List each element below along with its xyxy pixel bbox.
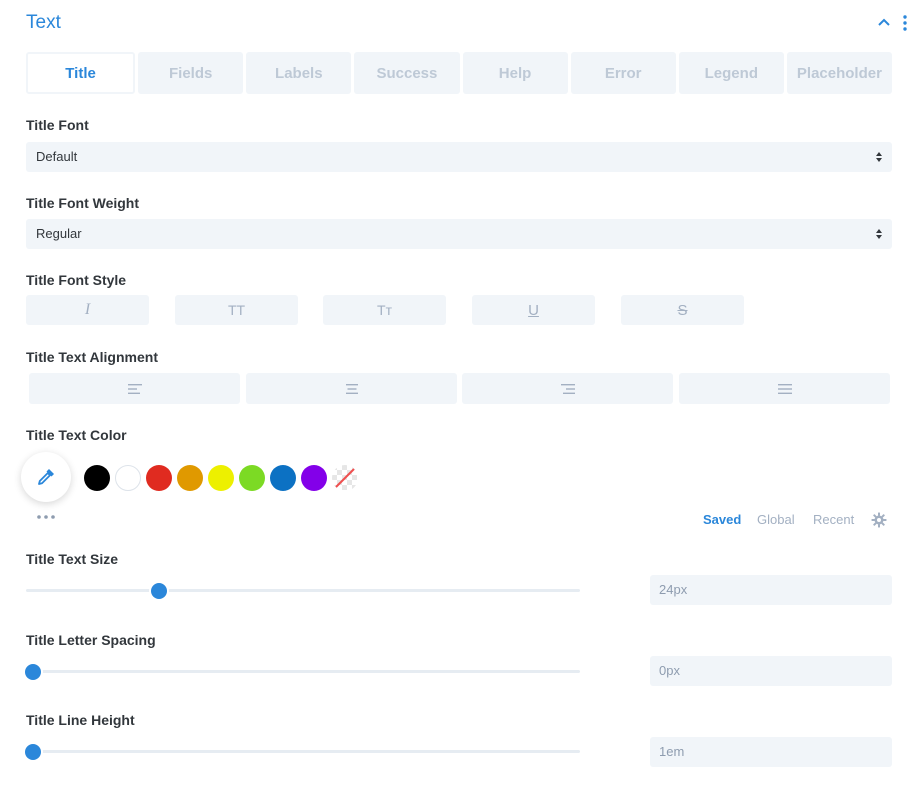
swatch-purple[interactable] [301,465,327,491]
title-font-weight-label: Title Font Weight [26,195,140,211]
title-letter-spacing-label: Title Letter Spacing [26,632,156,648]
align-justify-icon [777,383,792,394]
slider-handle[interactable] [150,583,167,599]
title-font-label: Title Font [26,117,89,133]
align-left-icon [127,383,142,394]
align-justify-button[interactable] [679,373,890,404]
tab-fields[interactable]: Fields [138,52,244,94]
strikethrough-button[interactable]: S [621,295,744,325]
title-font-weight-value: Regular [36,226,82,241]
align-center-button[interactable] [246,373,457,404]
eyedropper-icon [38,469,54,485]
swatch-white[interactable] [115,465,141,491]
swatch-orange[interactable] [177,465,203,491]
title-letter-spacing-input[interactable]: 0px [650,656,892,686]
uppercase-icon: TT [227,302,246,318]
capitalize-button[interactable]: Tт [323,295,446,325]
align-center-icon [345,383,358,394]
swatch-transparent[interactable] [332,465,358,491]
title-text-color-label: Title Text Color [26,427,127,443]
section-header[interactable]: Text [26,10,916,36]
tab-placeholder[interactable]: Placeholder [786,52,892,94]
title-font-select[interactable]: Default [26,142,892,172]
swatch-blue[interactable] [270,465,296,491]
tab-help[interactable]: Help [462,52,568,94]
palette-tab-saved[interactable]: Saved [703,512,741,527]
title-line-height-slider[interactable] [25,744,580,760]
title-line-height-label: Title Line Height [26,712,135,728]
tab-error[interactable]: Error [570,52,676,94]
tab-legend[interactable]: Legend [678,52,784,94]
no-color-icon [332,465,358,491]
italic-icon: I [84,301,91,318]
more-colors-icon[interactable] [36,513,58,521]
align-right-icon [560,383,575,394]
uppercase-button[interactable]: TT [175,295,298,325]
swatch-black[interactable] [84,465,110,491]
color-picker-button[interactable] [21,452,71,502]
palette-tab-recent[interactable]: Recent [813,512,854,527]
capitalize-icon: Tт [377,302,392,318]
slider-handle[interactable] [25,744,41,760]
title-text-size-input[interactable]: 24px [650,575,892,605]
italic-button[interactable]: I [26,295,149,325]
slider-handle[interactable] [25,664,41,680]
title-letter-spacing-slider[interactable] [25,664,580,680]
swatch-red[interactable] [146,465,172,491]
underline-icon: U [528,301,539,319]
title-text-alignment-label: Title Text Alignment [26,349,158,365]
palette-tab-global[interactable]: Global [757,512,795,527]
strikethrough-icon: S [677,301,688,319]
title-text-size-slider[interactable] [26,583,580,599]
swatch-yellow[interactable] [208,465,234,491]
underline-button[interactable]: U [472,295,595,325]
section-title: Text [26,12,61,33]
tab-title[interactable]: Title [26,52,136,94]
title-font-style-label: Title Font Style [26,272,127,288]
title-font-value: Default [36,149,78,164]
more-options-icon[interactable] [898,14,912,32]
tab-labels[interactable]: Labels [246,52,352,94]
select-arrows-icon [876,229,882,239]
gear-icon[interactable] [871,512,887,528]
tab-success[interactable]: Success [354,52,460,94]
title-text-size-label: Title Text Size [26,551,119,567]
chevron-up-icon[interactable] [876,14,892,30]
title-font-weight-select[interactable]: Regular [26,219,892,249]
align-right-button[interactable] [462,373,673,404]
title-line-height-input[interactable]: 1em [650,737,892,767]
sub-tabs: Title Fields Labels Success Help Error L… [26,52,892,94]
select-arrows-icon [876,152,882,162]
swatch-green[interactable] [239,465,265,491]
align-left-button[interactable] [29,373,240,404]
